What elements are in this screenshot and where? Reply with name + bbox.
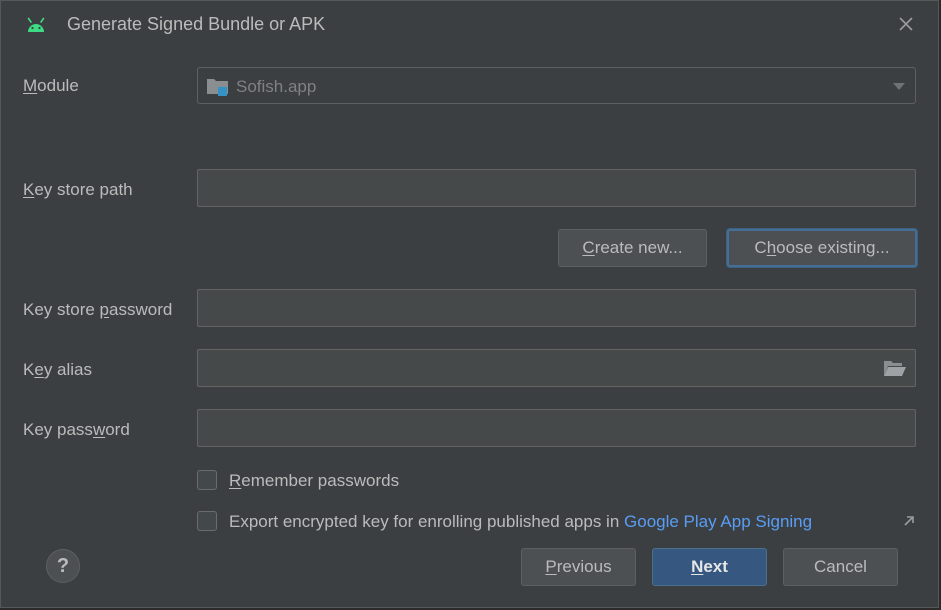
next-button[interactable]: Next (652, 548, 767, 586)
module-label: Module (23, 76, 79, 95)
key-store-password-field-wrapper (197, 289, 916, 327)
export-encrypted-key-label[interactable]: Export encrypted key for enrolling publi… (229, 512, 812, 532)
help-button[interactable]: ? (46, 549, 80, 583)
export-encrypted-key-checkbox[interactable] (197, 511, 217, 531)
create-new-button[interactable]: Create new... (558, 229, 707, 267)
key-alias-input[interactable] (198, 350, 915, 386)
dialog-title: Generate Signed Bundle or APK (67, 14, 326, 34)
key-store-path-label: Key store path (23, 180, 133, 199)
key-store-path-field-wrapper (197, 169, 916, 207)
module-folder-icon (207, 79, 228, 96)
choose-existing-button[interactable]: Choose existing... (727, 229, 917, 267)
signed-apk-dialog: Generate Signed Bundle or APK Module Sof… (0, 0, 939, 608)
key-alias-field-wrapper (197, 349, 916, 387)
google-play-app-signing-link[interactable]: Google Play App Signing (624, 512, 812, 531)
key-password-field-wrapper (197, 409, 916, 447)
key-password-input[interactable] (198, 410, 915, 446)
folder-open-icon[interactable] (883, 359, 907, 377)
chevron-down-icon (893, 83, 905, 90)
title-bar: Generate Signed Bundle or APK (1, 1, 938, 51)
module-selected-value: Sofish.app (236, 77, 317, 96)
remember-passwords-label[interactable]: Remember passwords (229, 471, 399, 491)
remember-passwords-checkbox[interactable] (197, 470, 217, 490)
key-store-password-label: Key store password (23, 300, 173, 319)
key-store-path-input[interactable] (198, 170, 915, 206)
module-combobox[interactable]: Sofish.app (197, 67, 916, 104)
close-icon[interactable] (896, 14, 916, 34)
key-password-label: Key password (23, 420, 130, 439)
external-link-arrow-icon[interactable] (903, 515, 915, 527)
android-icon (27, 17, 45, 32)
cancel-button[interactable]: Cancel (783, 548, 898, 586)
key-store-password-input[interactable] (198, 290, 915, 326)
key-alias-label: Key alias (23, 360, 92, 379)
previous-button[interactable]: Previous (521, 548, 636, 586)
